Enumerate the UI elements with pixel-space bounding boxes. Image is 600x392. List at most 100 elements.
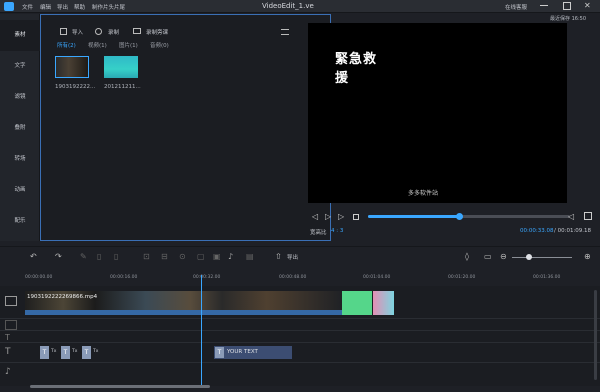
- text-clip-icon: T: [215, 347, 224, 358]
- ruler-tick-label: 00:01:36.00: [533, 275, 561, 280]
- online-support-link[interactable]: 在线客服: [505, 3, 527, 11]
- zoom-slider[interactable]: [512, 257, 572, 258]
- screen-record-icon[interactable]: [133, 28, 141, 34]
- menu-file[interactable]: 文件: [22, 3, 33, 11]
- undo-icon[interactable]: ↶: [30, 252, 40, 262]
- delete-icon[interactable]: ▯: [114, 252, 124, 262]
- text-clip-label: Tx: [72, 349, 78, 354]
- mosaic-icon[interactable]: ▣: [213, 252, 223, 262]
- timeline-scrollbar[interactable]: [30, 385, 210, 388]
- play-icon[interactable]: ▷: [325, 212, 334, 221]
- fullscreen-icon[interactable]: [584, 212, 592, 220]
- delete-icon[interactable]: ▯: [97, 252, 107, 262]
- menu-help[interactable]: 帮助: [74, 3, 85, 11]
- text-clip-label: YOUR TEXT: [227, 349, 258, 355]
- zoom-out-icon[interactable]: ⊖: [500, 252, 510, 262]
- fit-icon[interactable]: ▭: [484, 252, 494, 262]
- close-icon[interactable]: ✕: [584, 2, 592, 10]
- playhead[interactable]: [201, 275, 202, 385]
- text-clip-label: Tx: [51, 349, 57, 354]
- filter-audio[interactable]: 音频(0): [150, 41, 169, 49]
- export-icon[interactable]: ⇧: [275, 252, 285, 262]
- microphone-icon[interactable]: ♪: [228, 252, 238, 262]
- preview-title-text: 緊急救援: [335, 52, 378, 86]
- next-frame-icon[interactable]: ▷: [338, 212, 347, 221]
- text-clip-icon[interactable]: T: [40, 346, 49, 359]
- sidebar-item-materials[interactable]: 素材: [0, 20, 40, 51]
- redo-icon[interactable]: ↷: [55, 252, 65, 262]
- text-clip-icon[interactable]: T: [61, 346, 70, 359]
- sidebar-item-filters[interactable]: 滤镜: [0, 82, 40, 113]
- text-track-icon: T: [5, 333, 10, 342]
- stop-icon[interactable]: [353, 214, 359, 220]
- music-track-icon: ♪: [5, 367, 11, 377]
- maximize-icon[interactable]: [563, 2, 571, 10]
- sidebar-item-text[interactable]: 文字: [0, 51, 40, 82]
- marker-icon[interactable]: ◊: [465, 252, 475, 262]
- text-track-icon: T: [5, 347, 11, 357]
- total-time: / 00:01:09.18: [554, 228, 592, 234]
- menu-edit[interactable]: 编辑: [40, 3, 51, 11]
- import-button[interactable]: 导入: [72, 28, 83, 36]
- track-divider: [0, 330, 600, 331]
- image-clip[interactable]: [373, 291, 394, 315]
- media-panel: [40, 14, 331, 241]
- export-button[interactable]: 导出: [287, 253, 298, 261]
- media-thumb-image[interactable]: [104, 56, 138, 78]
- vertical-scrollbar[interactable]: [594, 290, 597, 380]
- media-caption-image: 201211211...: [104, 84, 141, 90]
- speed-icon[interactable]: ⊙: [179, 252, 189, 262]
- text-clip-label: Tx: [93, 349, 99, 354]
- filter-all[interactable]: 所有(2): [57, 41, 76, 49]
- text-clip-icon[interactable]: T: [82, 346, 91, 359]
- prev-frame-icon[interactable]: ◁: [312, 212, 321, 221]
- green-image-clip[interactable]: [342, 291, 372, 315]
- track-divider: [0, 318, 600, 319]
- window-title: VideoEdit_1.ve: [262, 2, 314, 10]
- preview-subtitle: 多多软件站: [408, 190, 439, 197]
- ruler-tick-label: 00:00:16.00: [110, 275, 138, 280]
- video-clip-label: 1903192222269866.mp4: [27, 294, 98, 300]
- seek-handle[interactable]: [456, 213, 463, 220]
- sidebar-item-transitions[interactable]: 转场: [0, 144, 40, 175]
- overlay-track-icon: [5, 320, 17, 330]
- filter-video[interactable]: 视频(1): [88, 41, 107, 49]
- crop-icon[interactable]: ⊡: [143, 252, 153, 262]
- import-icon[interactable]: [60, 28, 67, 35]
- record-icon[interactable]: [95, 28, 102, 35]
- menu-intro-outro[interactable]: 制作片头片尾: [92, 3, 125, 11]
- zoom-in-icon[interactable]: ⊕: [584, 252, 594, 262]
- edit-icon[interactable]: ✎: [80, 252, 90, 262]
- split-icon[interactable]: ⊟: [161, 252, 171, 262]
- seek-progress: [368, 215, 459, 218]
- current-time: 00:00:33.08: [520, 228, 554, 234]
- track-divider: [0, 342, 600, 343]
- aspect-ratio-label: 宽高比: [310, 230, 327, 236]
- record-button[interactable]: 录制: [108, 28, 119, 36]
- app-logo-icon: [4, 2, 14, 11]
- sidebar-item-animation[interactable]: 动画: [0, 175, 40, 206]
- screen-record-button[interactable]: 录制旁课: [146, 28, 168, 36]
- track-divider: [0, 362, 600, 363]
- menu-icon[interactable]: [281, 29, 289, 35]
- media-thumb-video[interactable]: [55, 56, 89, 78]
- ruler-tick-label: 00:00:32.00: [193, 275, 221, 280]
- ruler-tick-label: 00:00:48.00: [279, 275, 307, 280]
- freeze-icon[interactable]: ▤: [246, 252, 256, 262]
- ruler-tick-label: 00:01:20.00: [448, 275, 476, 280]
- filter-image[interactable]: 图片(1): [119, 41, 138, 49]
- media-caption-video: 1903192222...: [55, 84, 96, 90]
- aspect-ratio-value[interactable]: 4 : 3: [331, 228, 343, 234]
- ruler-tick-label: 00:00:00.00: [25, 275, 53, 280]
- menu-export[interactable]: 导出: [57, 3, 68, 11]
- volume-icon[interactable]: ◁: [568, 212, 577, 221]
- minimize-icon[interactable]: [540, 5, 548, 6]
- ruler-tick-label: 00:01:04.00: [363, 275, 391, 280]
- timeline-toolbar: [0, 246, 600, 268]
- video-track-icon: [5, 296, 17, 306]
- zoom-handle[interactable]: [526, 254, 532, 260]
- last-saved-label: 最近保存 16:50: [550, 16, 586, 22]
- sidebar-item-music[interactable]: 配乐: [0, 206, 40, 237]
- snapshot-icon[interactable]: ▢: [197, 252, 207, 262]
- sidebar-item-overlays[interactable]: 叠附: [0, 113, 40, 144]
